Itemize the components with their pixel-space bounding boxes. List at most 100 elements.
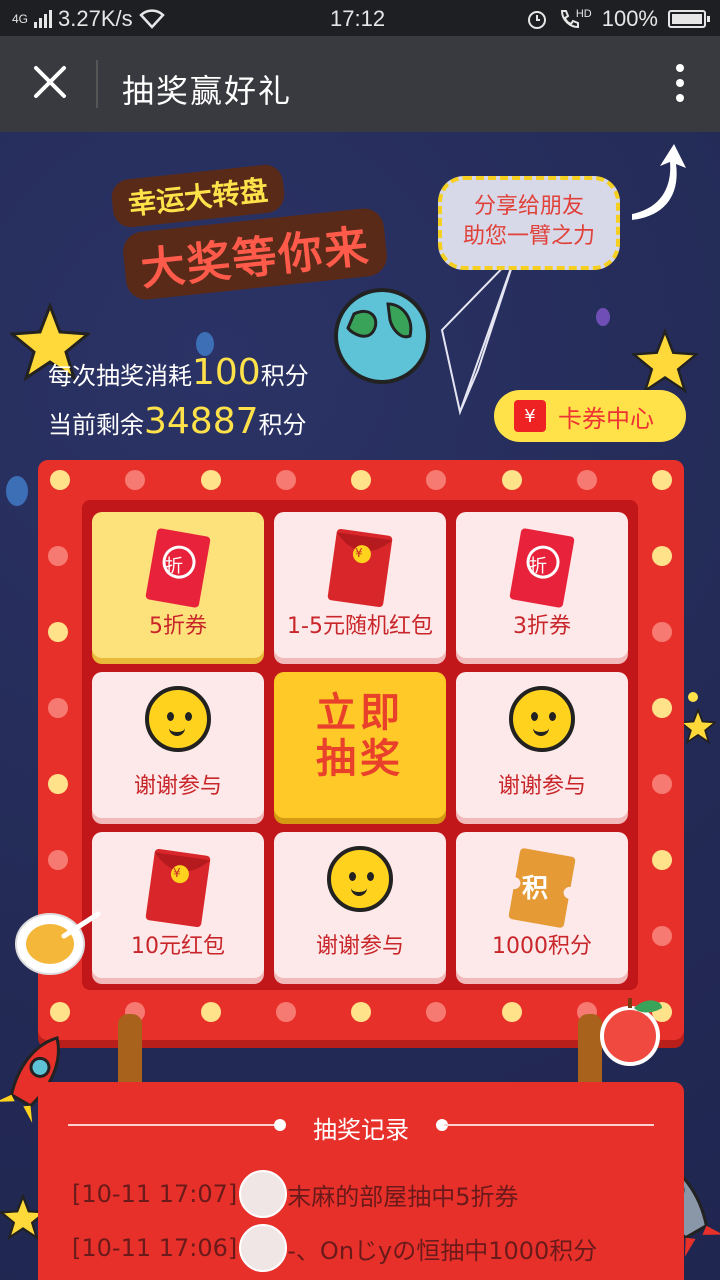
points-info: 每次抽奖消耗100积分 当前剩余34887积分 [48,350,309,448]
remain-line: 当前剩余34887积分 [48,399,309,448]
share-line-2: 助您一臂之力 [462,224,595,249]
prize-label: 10元红包 [131,934,225,959]
smiley-icon [145,686,211,752]
smiley-icon [509,686,575,752]
remain-prefix: 当前剩余 [48,411,144,439]
prize-cell: 谢谢参与 [92,672,264,818]
remain-suffix: 积分 [258,411,307,439]
app-bar-divider [96,60,98,108]
status-bar: 4G 3.27K/s 17:12 HD 100% [0,0,720,36]
battery-icon [668,10,710,28]
marquee-bulb [501,470,522,490]
decor-dot [688,692,698,702]
signal-icon [34,10,53,28]
close-icon[interactable] [26,58,74,106]
marquee-bulb [50,1002,70,1022]
battery-percent: 100% [601,6,658,31]
status-left: 4G 3.27K/s [12,6,165,32]
marquee-bulb [48,622,68,642]
coupon-icon: ¥ [514,400,546,432]
record-text: 末麻的部屋抽中5折券 [287,1182,519,1211]
marquee-bulb [48,546,68,566]
marquee-bulb [426,1002,447,1022]
record-item: [10-11 17:07] 末麻的部屋抽中5折券 [72,1170,519,1218]
cost-line: 每次抽奖消耗100积分 [48,350,309,399]
ticket-glyph: 折 [529,556,547,577]
header-line-right [444,1124,654,1126]
prize-cell: 谢谢参与 [274,832,446,978]
status-right: HD 100% [526,6,710,32]
records-title: 抽奖记录 [313,1116,409,1144]
red-envelope-icon [145,848,211,928]
marquee-bulb [200,470,221,490]
prize-label: 谢谢参与 [315,934,404,959]
clock: 17:12 [330,6,386,31]
prize-cell: 折 3折券 [456,512,628,658]
marquee-bulb [652,850,672,870]
records-header: 抽奖记录 [68,1110,654,1144]
marquee-bulb [200,1002,221,1022]
marquee-bulb [652,774,672,794]
cost-suffix: 积分 [260,362,309,390]
record-text: -、Onじyの恒抽中1000积分 [287,1236,598,1265]
marquee-bulb [275,470,296,490]
marquee-bulb [652,926,672,946]
prize-label: 1000积分 [492,934,592,959]
app-bar: 抽奖赢好礼 [0,36,720,132]
remain-value: 34887 [144,401,259,442]
hero-banner: 幸运大转盘 大奖等你来 [109,163,430,302]
decor-dot [596,308,610,326]
prize-cell: 谢谢参与 [456,672,628,818]
draw-line-1: 立即 [316,690,404,736]
network-speed: 3.27K/s [58,6,133,31]
prize-label: 3折券 [513,614,571,639]
coupon-center-button[interactable]: ¥ 卡券中心 [494,390,686,442]
decor-dot [6,476,28,506]
envelope-glyph: ¥ [355,546,363,560]
prize-cell: 折 5折券 [92,512,264,658]
marquee-bulb [652,622,672,642]
record-time: [10-11 17:06] [72,1234,238,1262]
cost-prefix: 每次抽奖消耗 [48,362,192,390]
prize-label: 1-5元随机红包 [287,614,433,639]
cost-value: 100 [192,352,261,393]
coupon-center-label: 卡券中心 [558,404,654,433]
planet-icon [334,288,430,384]
red-envelope-icon [327,528,393,608]
marquee-bulb [50,470,70,490]
prize-label: 5折券 [149,614,207,639]
smiley-icon [327,846,393,912]
arrow-up-icon [632,144,686,220]
prize-label: 谢谢参与 [497,774,586,799]
marquee-bulb [48,698,68,718]
share-bubble[interactable]: 分享给朋友 助您一臂之力 [438,176,620,270]
marquee-bulb [275,1002,296,1022]
page-title: 抽奖赢好礼 [122,72,293,110]
prize-cell: ¥ 1-5元随机红包 [274,512,446,658]
lottery-stage: 幸运大转盘 大奖等你来 分享给朋友 助您一臂之力 每次抽奖消耗100积分 当前剩… [0,132,720,1280]
lottery-board: 折 5折券 ¥ 1-5元随机红包 折 3折券 谢谢参与 立即 抽奖 谢谢参与 ¥… [38,460,684,1040]
points-glyph: 积 [522,874,549,904]
wifi-icon [138,9,165,29]
draw-records-panel: 抽奖记录 [10-11 17:07] 末麻的部屋抽中5折券 [10-11 17:… [38,1082,684,1280]
marquee-bulb [426,470,447,490]
draw-now-button[interactable]: 立即 抽奖 [274,672,446,818]
hd-call-icon: HD [558,8,592,30]
record-item: [10-11 17:06] -、Onじyの恒抽中1000积分 [72,1224,597,1272]
record-time: [10-11 17:07] [72,1180,238,1208]
network-type: 4G [12,12,29,26]
marquee-bulb [501,1002,522,1022]
star-icon [680,708,716,744]
lottery-grid: 折 5折券 ¥ 1-5元随机红包 折 3折券 谢谢参与 立即 抽奖 谢谢参与 ¥… [82,500,638,990]
prize-label: 谢谢参与 [133,774,222,799]
ticket-glyph: 折 [165,556,183,577]
prize-cell: 积 1000积分 [456,832,628,978]
draw-line-2: 抽奖 [316,736,404,782]
prize-cell: ¥ 10元红包 [92,832,264,978]
avatar [239,1224,288,1272]
marquee-bulb [48,850,68,870]
marquee-bulb [351,1002,371,1022]
more-menu-icon[interactable] [674,64,686,104]
envelope-glyph: ¥ [173,866,181,880]
marquee-bulb [652,698,672,718]
